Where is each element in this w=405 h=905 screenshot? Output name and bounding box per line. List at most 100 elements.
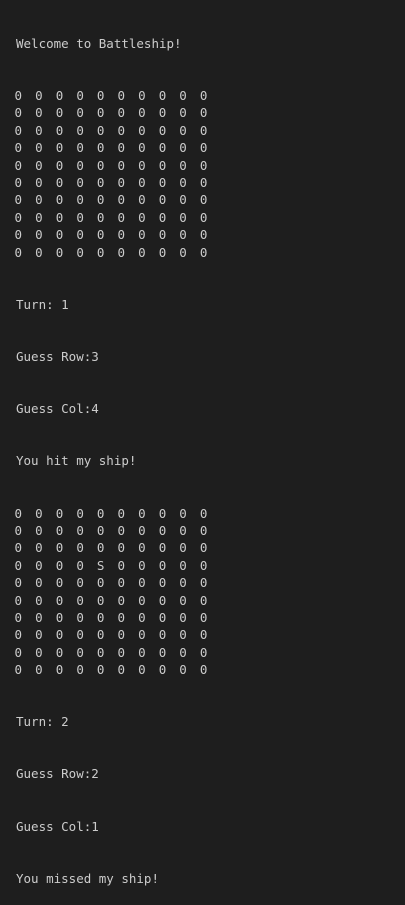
board-cell: 0: [179, 122, 187, 138]
board-cell: 0: [55, 557, 64, 573]
board-row: 0000000000: [8, 87, 401, 104]
board-cell: 0: [179, 557, 187, 573]
board-cell: 0: [117, 88, 126, 104]
board-cell: 0: [96, 522, 105, 538]
board-cell: 0: [96, 627, 105, 643]
board-row: 0000000000: [8, 122, 401, 139]
board-cell: 0: [35, 88, 43, 104]
board-cell: 0: [138, 244, 146, 260]
board-cell: 0: [117, 557, 126, 573]
board-cell: 0: [35, 627, 43, 643]
board-cell: 0: [55, 157, 64, 173]
board-cell: 0: [14, 105, 23, 121]
board-cell: 0: [117, 140, 126, 156]
board-cell: 0: [76, 140, 84, 156]
board-cell: 0: [35, 244, 43, 260]
board-cell: 0: [55, 540, 64, 556]
result-message: You hit my ship!: [16, 453, 137, 469]
board-cell: 0: [158, 609, 167, 625]
board-cell: 0: [199, 88, 208, 104]
board-cell: 0: [199, 140, 208, 156]
board-cell: 0: [14, 209, 23, 225]
board-cell: 0: [35, 174, 43, 190]
board-cell: 0: [14, 540, 23, 556]
board-cell: 0: [35, 644, 43, 660]
board-cell: 0: [199, 174, 208, 190]
board-cell: 0: [35, 522, 43, 538]
board-cell: 0: [96, 122, 105, 138]
board-cell: 0: [158, 557, 167, 573]
board-cell: 0: [76, 557, 84, 573]
guess-row-prompt: Guess Row:3: [16, 348, 99, 364]
board-cell: 0: [55, 592, 64, 608]
board-cell: 0: [55, 192, 64, 208]
board-cell: 0: [138, 227, 146, 243]
board-cell: 0: [76, 627, 84, 643]
board-cell: 0: [76, 192, 84, 208]
board-row: 0000000000: [8, 104, 401, 121]
board-cell: 0: [14, 244, 23, 260]
board-row: 0000000000: [8, 626, 401, 643]
board-cell: 0: [55, 227, 64, 243]
board-cell: 0: [158, 575, 167, 591]
board-cell: 0: [76, 174, 84, 190]
board-cell: 0: [138, 627, 146, 643]
board-cell: 0: [35, 609, 43, 625]
board-row: 0000000000: [8, 139, 401, 156]
board-cell: 0: [158, 227, 167, 243]
board-row: 0000000000: [8, 661, 401, 678]
board-cell: 0: [55, 575, 64, 591]
board-cell: 0: [117, 227, 126, 243]
board-cell: 0: [199, 105, 208, 121]
board-cell: 0: [76, 244, 84, 260]
board-cell: 0: [138, 557, 146, 573]
board-cell: 0: [76, 522, 84, 538]
board-cell: 0: [199, 592, 208, 608]
board-cell: 0: [138, 192, 146, 208]
board-cell: S: [96, 557, 105, 573]
board-cell: 0: [14, 644, 23, 660]
board-cell: 0: [96, 140, 105, 156]
board-cell: 0: [14, 522, 23, 538]
board-cell: 0: [55, 522, 64, 538]
board-cell: 0: [117, 505, 126, 521]
board-cell: 0: [14, 662, 23, 678]
board-cell: 0: [158, 157, 167, 173]
board-cell: 0: [179, 105, 187, 121]
board-cell: 0: [96, 662, 105, 678]
board-cell: 0: [76, 88, 84, 104]
board-cell: 0: [117, 244, 126, 260]
board-row: 0000000000: [8, 505, 401, 522]
board-cell: 0: [35, 209, 43, 225]
board-cell: 0: [179, 227, 187, 243]
board-cell: 0: [14, 157, 23, 173]
board-cell: 0: [14, 122, 23, 138]
board-cell: 0: [199, 227, 208, 243]
board-cell: 0: [117, 157, 126, 173]
board-cell: 0: [199, 540, 208, 556]
board-cell: 0: [179, 192, 187, 208]
board-cell: 0: [14, 557, 23, 573]
board-row: 0000S00000: [8, 557, 401, 574]
board-row: 0000000000: [8, 191, 401, 208]
board-cell: 0: [96, 244, 105, 260]
result-message[interactable]: You missed my ship!: [16, 870, 401, 887]
board-cell: 0: [199, 557, 208, 573]
board-cell: 0: [96, 644, 105, 660]
board-cell: 0: [138, 662, 146, 678]
board-cell: 0: [199, 244, 208, 260]
board-cell: 0: [179, 157, 187, 173]
board-cell: 0: [117, 609, 126, 625]
board-cell: 0: [55, 209, 64, 225]
board-cell: 0: [76, 644, 84, 660]
board-cell: 0: [158, 192, 167, 208]
board-cell: 0: [179, 140, 187, 156]
board-cell: 0: [138, 140, 146, 156]
board-cell: 0: [55, 105, 64, 121]
board-cell: 0: [158, 644, 167, 660]
board-cell: 0: [158, 662, 167, 678]
board-cell: 0: [55, 244, 64, 260]
board-cell: 0: [35, 540, 43, 556]
board-cell: 0: [117, 627, 126, 643]
board-cell: 0: [96, 540, 105, 556]
